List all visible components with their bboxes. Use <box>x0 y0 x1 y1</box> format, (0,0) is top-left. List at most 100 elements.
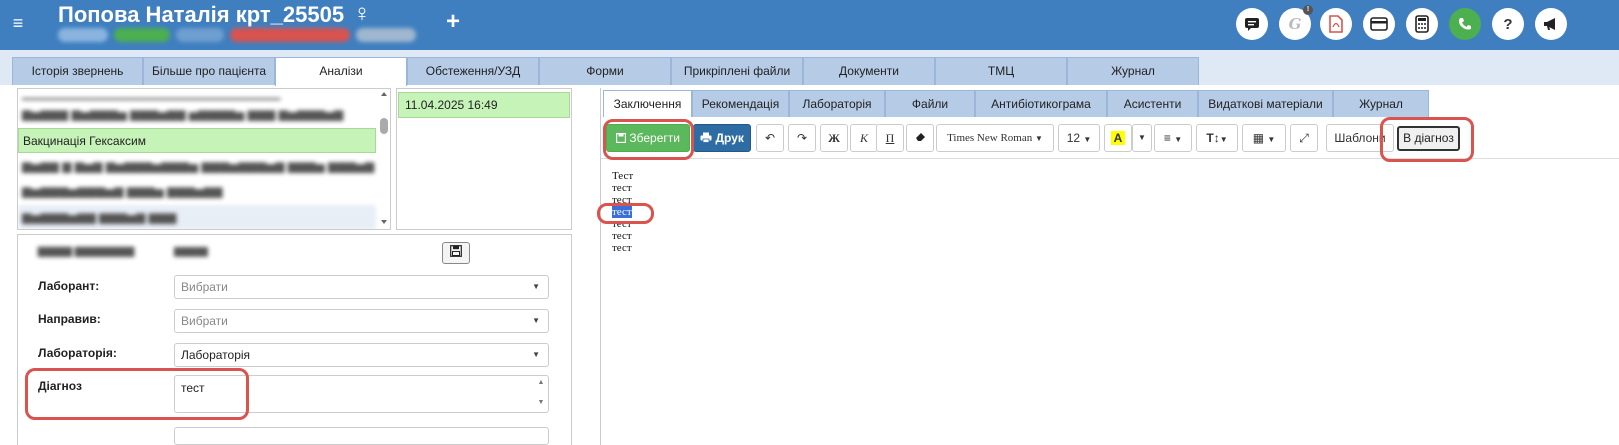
date-item[interactable]: 11.04.2025 16:49 <box>398 92 570 118</box>
tab-attached-files[interactable]: Прикріплені файли <box>671 57 803 85</box>
font-size-value: 12 <box>1066 131 1081 145</box>
editor-line-selected: тест <box>612 206 632 218</box>
help-icon[interactable]: ? <box>1492 8 1524 40</box>
calculator-icon[interactable] <box>1406 8 1438 40</box>
tab-journal[interactable]: Журнал <box>1067 57 1199 85</box>
editor-line: тест <box>612 230 632 242</box>
diagnosis-textarea[interactable]: тест ▲ ▼ <box>174 375 549 413</box>
editor-line: тест <box>612 194 632 206</box>
blurred-label: ▆▆▆▆ ▆▆▆▆▆▆▆ <box>38 245 135 257</box>
laborant-select[interactable]: Вибрати ▼ <box>174 275 549 299</box>
tab-recommendation[interactable]: Рекомендація <box>692 90 789 117</box>
list-item[interactable]: ▆▅▆▆▆▅▆▆ ▆▆▆▅▆ ▆▆▆ <box>18 205 376 229</box>
text-height-icon[interactable]: T↕▼ <box>1196 124 1238 152</box>
laborant-label: Лаборант: <box>38 279 100 293</box>
blurred-info <box>58 28 108 42</box>
signature-icon[interactable]: G ! <box>1279 5 1313 40</box>
print-label: Друк <box>715 131 744 145</box>
tab-analyses[interactable]: Аналізи <box>275 57 407 86</box>
blurred-info <box>176 28 224 42</box>
save-label: Зберегти <box>629 131 680 145</box>
analyses-list: ▁▁▁▁▁▁▁▁▁▁▁▁▁▁▁▁▁▁▁▁▁▁▁▁▁▁▁▁ ▆▅▆▆▆ ▆▅▆▆▆… <box>17 88 391 230</box>
patient-name: Попова Наталія крт_25505 <box>58 2 345 27</box>
hamburger-menu-icon[interactable]: ≡ <box>8 12 28 34</box>
phone-icon[interactable] <box>1449 8 1481 40</box>
add-button[interactable]: + <box>446 8 460 36</box>
tab-forms[interactable]: Форми <box>539 57 671 85</box>
blurred-info <box>230 28 350 42</box>
font-family-select[interactable]: Times New Roman ▼ <box>936 124 1054 152</box>
tab-conclusion[interactable]: Заключення <box>603 90 692 117</box>
chat-icon[interactable] <box>1236 8 1268 40</box>
save-button[interactable]: Зберегти <box>606 124 690 152</box>
fullscreen-icon[interactable]: ⤢ <box>1290 124 1318 152</box>
tab-inventory[interactable]: ТМЦ <box>935 57 1067 85</box>
patient-info-badges <box>58 28 416 42</box>
tab-sub-journal[interactable]: Журнал <box>1333 90 1429 117</box>
blurred-value: ▆▆▆▆ <box>174 245 208 257</box>
chevron-down-icon: ▼ <box>532 316 540 325</box>
highlight-dropdown-caret-icon[interactable]: ▼ <box>1132 124 1152 152</box>
tab-examinations[interactable]: Обстеження/УЗД <box>407 57 539 85</box>
to-diagnosis-button[interactable]: В діагноз <box>1397 126 1460 151</box>
female-gender-icon: ♀ <box>353 0 371 27</box>
undo-icon[interactable]: ↶ <box>756 124 784 152</box>
caret-down-icon: ▼ <box>1034 134 1043 143</box>
referred-placeholder: Вибрати <box>181 314 228 328</box>
tab-antibiogram[interactable]: Антибіотикограма <box>975 90 1107 117</box>
eraser-icon[interactable] <box>906 124 934 152</box>
editor-line: тест <box>612 242 632 254</box>
list-item[interactable]: ▆▅▆▆▆▅▆▆▆▅▆ ▆▆▆▅ ▆▆▆▅▆▆ <box>18 179 376 204</box>
font-size-select[interactable]: 12 ▼ <box>1058 124 1100 152</box>
templates-button[interactable]: Шаблони <box>1326 124 1394 152</box>
list-item[interactable]: ▆▅▆▆▆ ▆▅▆▆▆▅ ▆▆▆▅▆▆ ▅▆▆▆▆▅ ▆▆▆ ▆▅▆▆▆▅▆ <box>18 102 376 127</box>
chevron-down-icon: ▼ <box>532 282 540 291</box>
blurred-info <box>114 28 170 42</box>
highlight-color-button[interactable]: A <box>1104 124 1132 152</box>
save-icon-button[interactable] <box>442 242 470 264</box>
editor-line: тест <box>612 182 632 194</box>
list-scrollbar[interactable] <box>378 90 390 228</box>
table-icon[interactable]: ▦ ▼ <box>1242 124 1286 152</box>
font-family-value: Times New Roman <box>947 132 1033 144</box>
selected-text: тест <box>612 206 632 218</box>
analysis-form <box>17 234 572 445</box>
floppy-icon <box>616 131 629 145</box>
laboratory-select[interactable]: Лабораторія ▼ <box>174 343 549 367</box>
notification-badge: ! <box>1303 5 1313 15</box>
editor-line: тест <box>612 218 632 230</box>
textarea-scrollbar[interactable]: ▲ ▼ <box>536 378 546 410</box>
analysis-dates-list: 11.04.2025 16:49 <box>396 88 572 230</box>
tab-visit-history[interactable]: Історія звернень <box>12 57 143 85</box>
bold-button[interactable]: Ж <box>820 124 848 152</box>
list-item[interactable]: ▆▅▆▆ ▆ ▆▅▆ ▆▅▆▆▆▅▆▆▆▅ ▆▆▆▅▆▆▆▅▆ ▆▆▆▅ ▆▆▆… <box>18 154 376 179</box>
chevron-down-icon: ▼ <box>532 350 540 359</box>
laboratory-label: Лабораторія: <box>38 346 117 360</box>
highlight-a-icon: A <box>1110 131 1126 145</box>
next-field[interactable] <box>174 427 549 445</box>
caret-down-icon: ▼ <box>1083 135 1092 144</box>
tab-patient-more[interactable]: Більше про пацієнта <box>143 57 275 85</box>
laboratory-value: Лабораторія <box>181 348 251 362</box>
italic-button[interactable]: К <box>850 124 878 152</box>
align-icon[interactable]: ≡ ▼ <box>1154 124 1192 152</box>
underline-button[interactable]: П <box>876 124 904 152</box>
tab-assistants[interactable]: Асистенти <box>1107 90 1198 117</box>
announce-icon[interactable] <box>1535 8 1567 40</box>
tab-files[interactable]: Файли <box>885 90 975 117</box>
printer-icon <box>700 131 715 145</box>
diagnosis-label: Діагноз <box>38 379 82 393</box>
redo-icon[interactable]: ↷ <box>788 124 816 152</box>
tab-consumables[interactable]: Видаткові матеріали <box>1198 90 1333 117</box>
list-item-selected[interactable]: Вакцинація Гексаксим <box>18 128 376 153</box>
editor-line: Тест <box>612 170 634 182</box>
tab-documents[interactable]: Документи <box>803 57 935 85</box>
referred-select[interactable]: Вибрати ▼ <box>174 309 549 333</box>
card-icon[interactable] <box>1363 8 1395 40</box>
print-button[interactable]: Друк <box>693 124 751 152</box>
tab-laboratory[interactable]: Лабораторія <box>789 90 885 117</box>
rich-text-editor[interactable] <box>601 160 1619 445</box>
laborant-placeholder: Вибрати <box>181 280 228 294</box>
pdf-icon[interactable] <box>1320 8 1352 40</box>
diagnosis-value: тест <box>181 381 205 395</box>
